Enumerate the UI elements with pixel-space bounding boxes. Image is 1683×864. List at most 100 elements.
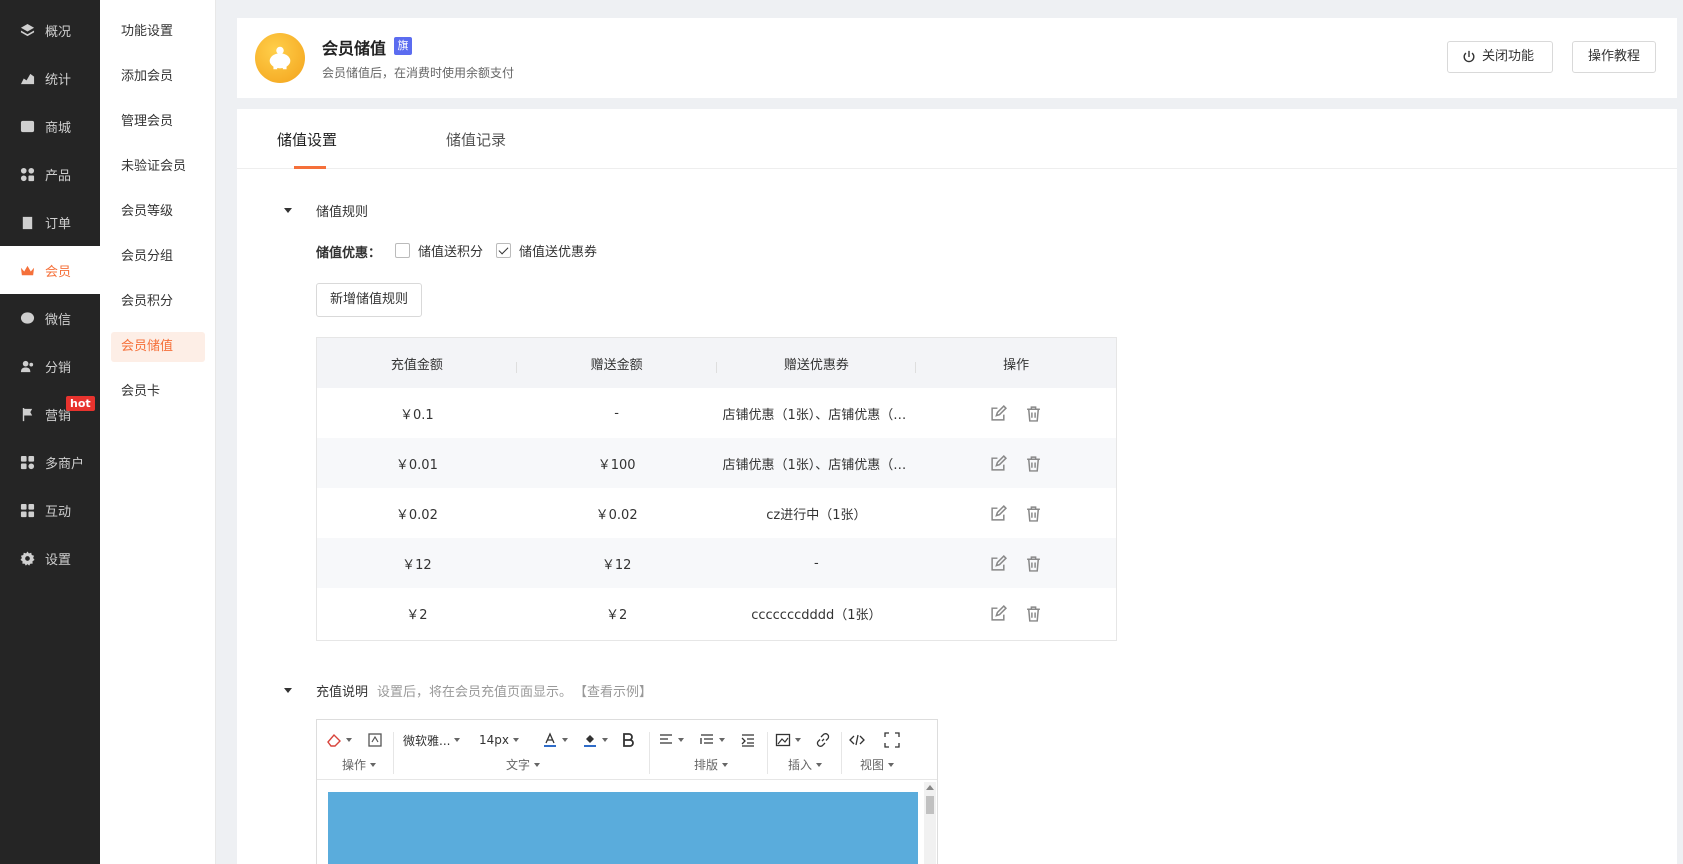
editor-content-image[interactable] [328, 792, 918, 864]
list-icon[interactable] [699, 731, 725, 749]
points-bonus-checkbox[interactable]: 储值送积分 [395, 241, 483, 260]
nav-item-stats[interactable]: 统计 [0, 54, 100, 102]
submenu-item-levels[interactable]: 会员等级 [111, 197, 205, 227]
delete-icon[interactable] [1025, 605, 1042, 622]
highlight-color-icon[interactable] [582, 731, 608, 749]
delete-icon[interactable] [1025, 555, 1042, 572]
submenu-item-stored-value[interactable]: 会员储值 [111, 332, 205, 362]
scroll-up-arrow[interactable] [926, 785, 934, 790]
coupon-bonus-checkbox[interactable]: 储值送优惠券 [496, 241, 597, 260]
submenu-item-manage-members[interactable]: 管理会员 [111, 107, 205, 137]
edit-icon[interactable] [990, 554, 1008, 572]
nav-item-settings[interactable]: 设置 [0, 534, 100, 582]
font-color-icon[interactable] [542, 731, 568, 749]
image-icon[interactable] [775, 731, 801, 749]
font-size-select[interactable]: 14px [479, 731, 519, 749]
cell-amount: ￥0.01 [395, 457, 438, 473]
cell-actions [916, 454, 1116, 472]
collapse-description-toggle[interactable] [283, 685, 293, 695]
table-header-row: 充值金额 赠送金额 赠送优惠券 操作 [317, 338, 1116, 388]
hot-badge: hot [66, 396, 95, 411]
checkbox-label: 储值送积分 [418, 245, 484, 260]
power-icon [1462, 50, 1476, 64]
submenu-item-member-card[interactable]: 会员卡 [111, 377, 205, 407]
collapse-rules-toggle[interactable] [283, 205, 293, 215]
toolbar-group-actions[interactable]: 操作 [342, 756, 377, 773]
font-family-select[interactable]: 微软雅... [403, 731, 461, 749]
submenu-item-unverified[interactable]: 未验证会员 [111, 152, 205, 182]
nav-item-members[interactable]: 会员 [0, 246, 100, 294]
toolbar-separator [841, 732, 842, 774]
submenu-item-groups[interactable]: 会员分组 [111, 242, 205, 272]
wechat-icon [19, 310, 35, 326]
scroll-thumb[interactable] [926, 796, 934, 814]
submenu-item-add-member[interactable]: 添加会员 [111, 62, 205, 92]
toolbar-group-insert[interactable]: 插入 [788, 756, 823, 773]
layers-icon [19, 22, 35, 38]
tutorial-button[interactable]: 操作教程 [1572, 41, 1656, 73]
toolbar-separator [649, 732, 650, 774]
table-row: ￥0.1 - 店铺优惠（1张）、店铺优惠（1... [317, 388, 1116, 438]
tab-stored-value-settings[interactable]: 储值设置 [277, 129, 337, 150]
cell-amount: ￥0.1 [400, 407, 434, 423]
format-painter-icon[interactable] [367, 731, 383, 749]
nav-item-wechat[interactable]: 微信 [0, 294, 100, 342]
nav-label: 多商户 [45, 456, 85, 472]
description-section-title: 充值说明 [316, 685, 369, 700]
delete-icon[interactable] [1025, 505, 1042, 522]
indent-icon[interactable] [740, 731, 756, 749]
eraser-icon[interactable] [326, 731, 352, 749]
nav-item-overview[interactable]: 概况 [0, 6, 100, 54]
cell-actions [916, 554, 1116, 572]
fullscreen-icon[interactable] [884, 731, 900, 749]
toolbar-separator [393, 732, 394, 774]
delete-icon[interactable] [1025, 405, 1042, 422]
main-panel: 储值设置 储值记录 储值规则 储值优惠： 储值送积分 储值送优惠券 新增储值规则… [237, 109, 1677, 864]
link-icon[interactable] [815, 731, 831, 749]
close-feature-button[interactable]: 关闭功能 [1447, 41, 1553, 73]
font-family-value: 微软雅... [403, 733, 451, 748]
add-rule-button[interactable]: 新增储值规则 [316, 283, 422, 317]
view-example-link[interactable]: 【查看示例】 [574, 681, 652, 700]
cell-coupon: cccccccdddd（1张） [751, 607, 882, 623]
nav-item-interaction[interactable]: 互动 [0, 486, 100, 534]
chart-icon [19, 70, 35, 86]
nav-item-products[interactable]: 产品 [0, 150, 100, 198]
rich-text-editor: 微软雅... 14px 操作 文字 排版 插入 视图 [316, 719, 938, 864]
toolbar-group-view[interactable]: 视图 [860, 756, 895, 773]
column-header-amount: 充值金额 [317, 354, 517, 373]
nav-item-marketing[interactable]: 营销 hot [0, 390, 100, 438]
discount-label: 储值优惠： [316, 246, 382, 261]
align-icon[interactable] [658, 731, 684, 749]
nav-label: 会员 [45, 264, 72, 280]
cell-bonus: ￥100 [597, 457, 636, 473]
source-code-icon[interactable] [849, 731, 865, 749]
bold-icon[interactable] [620, 731, 636, 749]
table-row: ￥12 ￥12 - [317, 538, 1116, 588]
rules-table: 充值金额 赠送金额 赠送优惠券 操作 ￥0.1 - 店铺优惠（1张）、店铺优惠（… [316, 337, 1117, 641]
submenu-item-points[interactable]: 会员积分 [111, 287, 205, 317]
nav-item-distribution[interactable]: 分销 [0, 342, 100, 390]
edit-icon[interactable] [990, 604, 1008, 622]
column-header-actions: 操作 [1003, 357, 1030, 373]
edit-icon[interactable] [990, 454, 1008, 472]
nav-item-shop[interactable]: 商城 [0, 102, 100, 150]
edit-icon[interactable] [990, 504, 1008, 522]
delete-icon[interactable] [1025, 455, 1042, 472]
toolbar-separator [767, 732, 768, 774]
cell-actions [916, 604, 1116, 622]
toolbar-group-text[interactable]: 文字 [506, 756, 541, 773]
feature-header: 会员储值 旗 会员储值后，在消费时使用余额支付 关闭功能 操作教程 [237, 18, 1677, 98]
tab-stored-value-records[interactable]: 储值记录 [446, 129, 506, 150]
editor-scrollbar[interactable] [924, 782, 936, 864]
main-nav: 概况 统计 商城 产品 订单 会员 微信 分销 营销 hot 多商户 互动 设置 [0, 0, 100, 864]
toolbar-group-layout[interactable]: 排版 [694, 756, 729, 773]
nav-item-orders[interactable]: 订单 [0, 198, 100, 246]
checkbox-label: 储值送优惠券 [519, 245, 598, 260]
nav-item-multi-merchant[interactable]: 多商户 [0, 438, 100, 486]
cell-amount: ￥2 [406, 607, 428, 623]
submenu-item-feature-settings[interactable]: 功能设置 [111, 17, 205, 47]
table-row: ￥0.01 ￥100 店铺优惠（1张）、店铺优惠（1... [317, 438, 1116, 488]
cell-bonus: ￥2 [605, 607, 628, 623]
edit-icon[interactable] [990, 404, 1008, 422]
